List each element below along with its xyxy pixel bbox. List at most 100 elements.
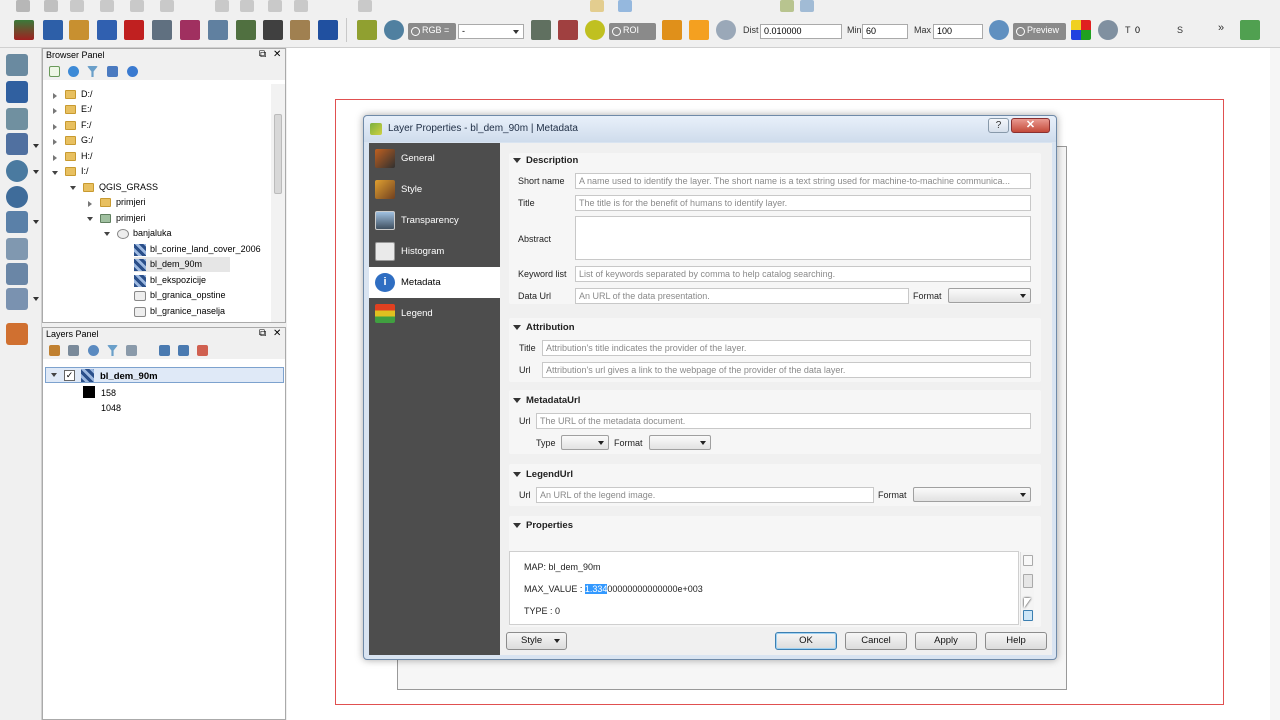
calculator-icon[interactable] (800, 0, 814, 12)
layers-stack-icon[interactable] (14, 20, 34, 40)
node-tool-icon[interactable] (160, 0, 174, 12)
import-icon[interactable] (97, 20, 117, 40)
keyword-list-field[interactable]: List of keywords separated by comma to h… (575, 266, 1031, 282)
cancel-button[interactable]: Cancel (845, 632, 907, 650)
style-menu-button[interactable]: Style (506, 632, 567, 650)
rotate-icon[interactable] (1098, 20, 1118, 40)
virtual-layer-icon[interactable] (6, 323, 28, 345)
add-feature-icon[interactable] (100, 0, 114, 12)
tree-item[interactable]: primjeri (100, 211, 146, 226)
refresh-icon[interactable] (716, 20, 736, 40)
draw-icon[interactable] (236, 20, 256, 40)
paste-icon[interactable] (294, 0, 308, 12)
properties-header[interactable]: Properties (513, 520, 573, 531)
sidebar-item-histogram[interactable]: Histogram (369, 236, 500, 267)
collapse-all-icon[interactable] (178, 345, 189, 356)
legend-format-combo[interactable] (913, 487, 1031, 502)
description-header[interactable]: Description (512, 155, 578, 166)
metadata-url-field[interactable]: The URL of the metadata document. (536, 413, 1031, 429)
close-icon[interactable]: ✕ (273, 50, 281, 60)
add-group-icon[interactable] (68, 345, 79, 356)
attribution-title-field[interactable]: Attribution's title indicates the provid… (542, 340, 1031, 356)
add-oracle-icon[interactable] (6, 263, 28, 285)
manage-visibility-icon[interactable] (88, 345, 99, 356)
tree-item[interactable]: bl_granice_naselja (134, 304, 225, 319)
add-icon[interactable] (689, 20, 709, 40)
expand-all-icon[interactable] (159, 345, 170, 356)
add-selected-icon[interactable] (49, 66, 60, 77)
help-button[interactable]: ? (988, 118, 1009, 133)
refresh-icon[interactable] (68, 66, 79, 77)
style-icon[interactable] (49, 345, 60, 356)
scroll-up-icon[interactable] (1023, 555, 1033, 566)
roi-button[interactable]: ROI (609, 23, 656, 40)
zoom-plus-icon[interactable] (585, 20, 605, 40)
add-virtual-icon[interactable] (6, 238, 28, 260)
zoom-icon[interactable] (384, 20, 404, 40)
add-wcs-icon[interactable] (6, 160, 28, 182)
grid-icon[interactable] (208, 20, 228, 40)
short-name-field[interactable]: A name used to identify the layer. The s… (575, 173, 1031, 189)
attribution-header[interactable]: Attribution (513, 322, 575, 333)
puzzle-icon[interactable] (69, 20, 89, 40)
tree-item[interactable]: primjeri (100, 195, 146, 210)
tree-icon[interactable] (290, 20, 310, 40)
table-icon[interactable] (1240, 20, 1260, 40)
save-edits-icon[interactable] (70, 0, 84, 12)
chart-icon[interactable] (180, 20, 200, 40)
tree-item[interactable]: F:/ (65, 118, 92, 133)
filter-icon[interactable] (107, 345, 118, 356)
close-button[interactable]: ✕ (1011, 118, 1050, 133)
data-url-field[interactable]: An URL of the data presentation. (575, 288, 909, 304)
tree-item[interactable]: bl_ekspozicije (134, 273, 206, 288)
min-input[interactable]: 60 (862, 24, 908, 39)
spectral-icon[interactable] (531, 20, 551, 40)
filter-icon[interactable] (87, 66, 98, 77)
tools-icon[interactable] (780, 0, 794, 12)
rgb-combo[interactable]: - (458, 24, 524, 39)
download-arrow-icon[interactable] (43, 20, 63, 40)
add-raster-icon[interactable] (6, 81, 28, 103)
ok-button[interactable]: OK (775, 632, 837, 650)
properties-scrollbar[interactable] (1020, 552, 1034, 626)
tree-item-selected[interactable]: bl_dem_90m (134, 257, 231, 272)
title-field[interactable]: The title is for the benefit of humans t… (575, 195, 1031, 211)
tree-item[interactable]: I:/ (65, 164, 89, 179)
add-db2-icon[interactable] (6, 288, 28, 310)
pencil-icon[interactable] (44, 0, 58, 12)
globe-icon[interactable] (618, 0, 632, 12)
delete-icon[interactable] (215, 0, 229, 12)
tree-item[interactable]: H:/ (65, 149, 93, 164)
metadata-format-combo[interactable] (649, 435, 711, 450)
sidebar-item-metadata[interactable]: i Metadata (369, 267, 500, 298)
preview-button[interactable]: Preview (1013, 23, 1066, 40)
attribution-url-field[interactable]: Attribution's url gives a link to the we… (542, 362, 1031, 378)
color-grid-icon[interactable] (1071, 20, 1091, 40)
sidebar-item-transparency[interactable]: Transparency (369, 205, 500, 236)
tree-item[interactable]: bl_granica_opstine (134, 288, 226, 303)
tree-item[interactable]: bl_corine_land_cover_2006 (134, 242, 261, 257)
signature-icon[interactable] (558, 20, 578, 40)
add-wms-icon[interactable] (6, 133, 28, 155)
zoom-roi-icon[interactable] (989, 20, 1009, 40)
add-wfs-icon[interactable] (6, 186, 28, 208)
help-dialog-button[interactable]: Help (985, 632, 1047, 650)
t-input[interactable]: 0 (1132, 24, 1172, 39)
canvas-scrollbar[interactable] (1270, 48, 1280, 720)
double-chevron-right-icon[interactable]: » (1218, 22, 1224, 34)
tree-item[interactable]: banjaluka (117, 226, 172, 241)
filter-expression-icon[interactable] (126, 345, 137, 356)
collapse-all-icon[interactable] (107, 66, 118, 77)
cross-tools-icon[interactable] (263, 20, 283, 40)
tree-item[interactable]: D:/ (65, 87, 93, 102)
export-icon[interactable] (124, 20, 144, 40)
raster-calc-icon[interactable] (152, 20, 172, 40)
info-icon[interactable] (127, 66, 138, 77)
remove-layer-icon[interactable] (197, 345, 208, 356)
sidebar-item-style[interactable]: Style (369, 174, 500, 205)
metadataurl-header[interactable]: MetadataUrl (512, 395, 580, 406)
map-edit-icon[interactable] (357, 20, 377, 40)
legend-url-field[interactable]: An URL of the legend image. (536, 487, 874, 503)
float-icon[interactable]: ⧉ (259, 329, 266, 339)
properties-textbox[interactable]: MAP: bl_dem_90m MAX_VALUE : 1.3340000000… (509, 551, 1034, 626)
